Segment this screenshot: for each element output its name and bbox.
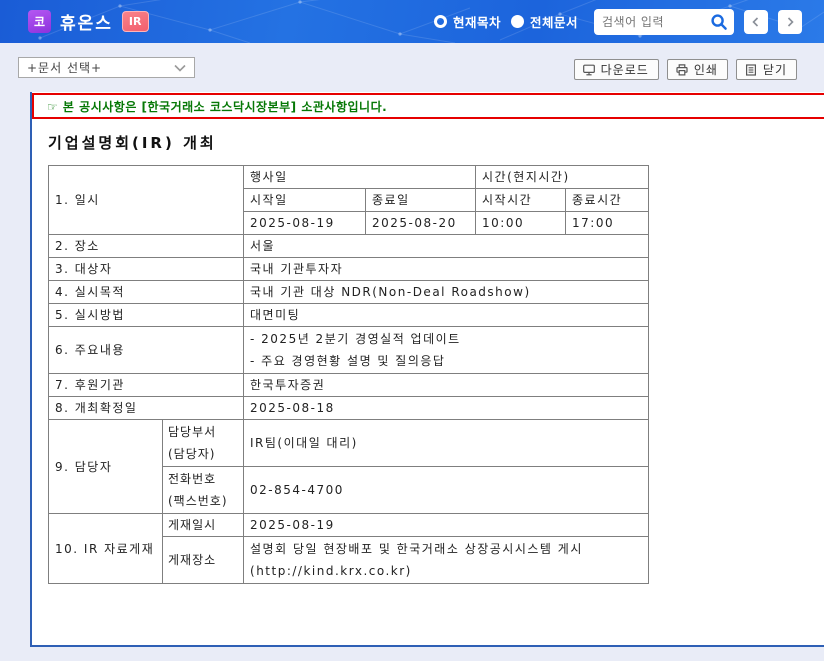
row10-label-cell: 10. IR 자료게재 — [48, 513, 163, 584]
start-time-value-cell: 10:00 — [475, 211, 567, 235]
row3-value-cell: 국내 기관투자자 — [243, 257, 650, 281]
row4-value-cell: 국내 기관 대상 NDR(Non-Deal Roadshow) — [243, 280, 650, 304]
row2-label-cell: 2. 장소 — [47, 234, 245, 258]
document-title: 기업설명회(IR) 개최 — [48, 134, 217, 152]
row9-label-cell: 9. 담당자 — [48, 419, 163, 514]
start-date-value-cell: 2025-08-19 — [243, 211, 367, 235]
next-icon — [787, 16, 794, 27]
document-select-label: +문서 선택+ — [27, 61, 103, 75]
search-box — [594, 8, 734, 35]
time-header-cell: 시간(현지시간) — [475, 165, 650, 189]
download-button[interactable]: 다운로드 — [573, 59, 659, 80]
row1-label-cell: 1. 일시 — [47, 165, 245, 235]
ir-badge: IR — [121, 11, 149, 32]
ir-detail-table: 1. 일시 행사일 시간(현지시간) 시작일 종료일 시작시간 종료시간 202… — [47, 165, 650, 584]
row10-date-label-cell: 게재일시 — [161, 513, 245, 537]
header-bar: 코 휴온스 IR 현재목차 전체문서 — [0, 0, 824, 43]
table-row: 10. IR 자료게재 게재일시 2025-08-19 — [48, 513, 650, 584]
dept-label-line1: 담당부서 — [168, 425, 217, 439]
search-input[interactable] — [602, 14, 710, 29]
row10-date-value-cell: 2025-08-19 — [243, 513, 650, 537]
print-icon — [676, 63, 688, 76]
table-row: 8. 개최확정일 2025-08-18 — [47, 396, 650, 420]
search-icon[interactable] — [710, 13, 728, 31]
start-time-label-cell: 시작시간 — [475, 188, 567, 212]
radio-all-documents[interactable]: 전체문서 — [510, 12, 578, 31]
next-button[interactable] — [778, 9, 802, 34]
row6-line1: - 2025년 2분기 경영실적 업데이트 — [250, 332, 461, 346]
row10-place-label-cell: 게재장소 — [161, 536, 245, 584]
row5-label-cell: 5. 실시방법 — [47, 303, 245, 327]
table-row: 1. 일시 행사일 시간(현지시간) — [47, 165, 650, 235]
document-panel: ☞ 본 공시사항은 [한국거래소 코스닥시장본부] 소관사항입니다. 기업설명회… — [30, 92, 824, 647]
radio-all-documents-label: 전체문서 — [529, 15, 578, 30]
prev-icon — [752, 16, 759, 27]
radio-current-toc-label: 현재목차 — [452, 15, 501, 30]
row4-label-cell: 4. 실시목적 — [47, 280, 245, 304]
row6-label-cell: 6. 주요내용 — [47, 326, 245, 374]
dropdown-chevron-icon — [174, 64, 186, 72]
radio-selected-icon — [433, 15, 447, 28]
radio-current-toc[interactable]: 현재목차 — [433, 12, 501, 31]
kosdaq-market-badge: 코 — [28, 10, 51, 33]
end-date-label-cell: 종료일 — [365, 188, 477, 212]
radio-unselected-icon — [510, 15, 524, 28]
company-name: 휴온스 — [60, 14, 113, 34]
row7-label-cell: 7. 후원기관 — [47, 373, 245, 397]
download-icon — [582, 64, 595, 75]
table-row: 6. 주요내용 - 2025년 2분기 경영실적 업데이트 - 주요 경영현황 … — [47, 326, 650, 374]
close-button[interactable]: 닫기 — [735, 59, 797, 80]
row10-place-value-cell: 설명회 당일 현장배포 및 한국거래소 상장공시시스템 게시 (http://k… — [243, 536, 650, 584]
download-button-label: 다운로드 — [600, 63, 649, 77]
row3-label-cell: 3. 대상자 — [47, 257, 245, 281]
row7-value-cell: 한국투자증권 — [243, 373, 650, 397]
end-time-value-cell: 17:00 — [565, 211, 650, 235]
row9-dept-value-cell: IR팀(이대일 대리) — [243, 419, 650, 467]
row10-place-line1: 설명회 당일 현장배포 및 한국거래소 상장공시시스템 게시 — [250, 542, 583, 556]
document-select-dropdown[interactable]: +문서 선택+ — [18, 57, 195, 78]
event-date-header-cell: 행사일 — [243, 165, 477, 189]
jurisdiction-notice-banner: ☞ 본 공시사항은 [한국거래소 코스닥시장본부] 소관사항입니다. — [32, 93, 824, 119]
row5-value-cell: 대면미팅 — [243, 303, 650, 327]
toolbar: +문서 선택+ 다운로드 인쇄 닫기 — [0, 43, 824, 92]
row9-phone-label-cell: 전화번호 (팩스번호) — [161, 466, 245, 514]
close-button-label: 닫기 — [762, 63, 787, 77]
phone-label-line2: (팩스번호) — [168, 494, 228, 508]
dept-label-line2: (담당자) — [168, 447, 216, 461]
close-icon — [745, 63, 756, 76]
start-date-label-cell: 시작일 — [243, 188, 367, 212]
phone-label-line1: 전화번호 — [168, 472, 217, 486]
row8-value-cell: 2025-08-18 — [243, 396, 650, 420]
end-date-value-cell: 2025-08-20 — [365, 211, 477, 235]
row2-value-cell: 서울 — [243, 234, 650, 258]
row10-place-line2: (http://kind.krx.co.kr) — [250, 564, 412, 578]
table-row: 5. 실시방법 대면미팅 — [47, 303, 650, 327]
row8-label-cell: 8. 개최확정일 — [47, 396, 245, 420]
table-row: 9. 담당자 담당부서 (담당자) IR팀(이대일 대리) — [48, 419, 650, 514]
table-row: 7. 후원기관 한국투자증권 — [47, 373, 650, 397]
row9-phone-value-cell: 02-854-4700 — [243, 466, 650, 514]
print-button[interactable]: 인쇄 — [666, 59, 728, 80]
table-row: 3. 대상자 국내 기관투자자 — [47, 257, 650, 281]
table-row: 4. 실시목적 국내 기관 대상 NDR(Non-Deal Roadshow) — [47, 280, 650, 304]
table-row: 2. 장소 서울 — [47, 234, 650, 258]
row6-value-cell: - 2025년 2분기 경영실적 업데이트 - 주요 경영현황 설명 및 질의응… — [243, 326, 650, 374]
row9-dept-label-cell: 담당부서 (담당자) — [161, 419, 245, 467]
prev-button[interactable] — [744, 9, 768, 34]
print-button-label: 인쇄 — [693, 63, 718, 77]
row6-line2: - 주요 경영현황 설명 및 질의응답 — [250, 354, 446, 368]
end-time-label-cell: 종료시간 — [565, 188, 650, 212]
jurisdiction-notice-text: ☞ 본 공시사항은 [한국거래소 코스닥시장본부] 소관사항입니다. — [47, 99, 388, 114]
